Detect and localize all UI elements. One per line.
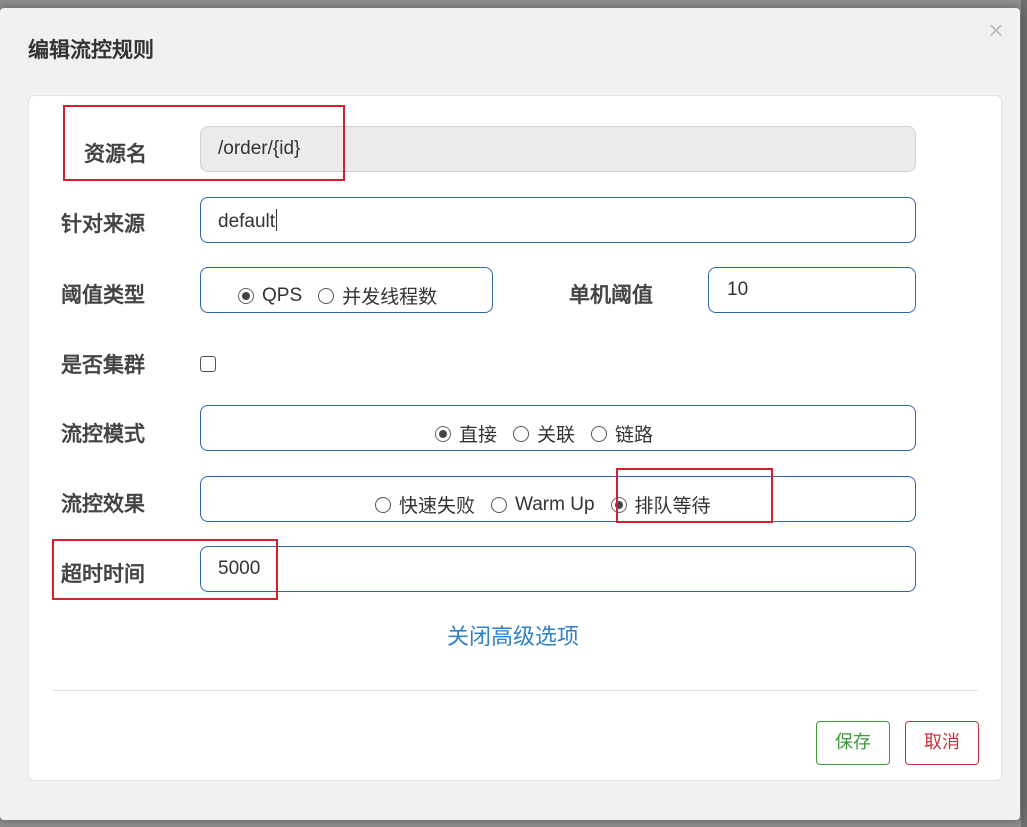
close-icon[interactable]: ×: [986, 17, 1006, 43]
resource-name-label: 资源名: [84, 142, 147, 166]
flow-mode-label: 流控模式: [61, 422, 145, 446]
save-button[interactable]: 保存: [816, 721, 890, 765]
radio-unchecked-icon: [591, 425, 608, 442]
radio-unchecked-icon: [318, 287, 335, 304]
threshold-type-group: QPS 并发线程数: [200, 267, 493, 313]
radio-label: 直接: [459, 425, 498, 446]
radio-label: QPS: [262, 284, 303, 306]
source-value: default: [218, 211, 276, 232]
text-caret: [276, 209, 278, 231]
radio-label: Warm Up: [515, 493, 595, 515]
radio-label: 排队等待: [634, 496, 711, 517]
radio-unchecked-icon: [491, 496, 508, 513]
flow-effect-group: 快速失败 Warm Up 排队等待: [200, 476, 916, 522]
timeout-value: 5000: [218, 558, 261, 579]
flow-mode-group: 直接 关联 链路: [200, 405, 916, 451]
radio-checked-icon: [610, 496, 627, 513]
resource-name-value: /order/{id}: [218, 138, 301, 159]
radio-unchecked-icon: [513, 425, 530, 442]
dialog-title: 编辑流控规则: [28, 38, 154, 62]
close-advanced-options-link[interactable]: 关闭高级选项: [447, 619, 579, 651]
radio-concurrent-threads[interactable]: 并发线程数: [318, 282, 437, 309]
radio-label: 链路: [615, 425, 654, 446]
threshold-label: 单机阈值: [569, 283, 653, 307]
timeout-input[interactable]: 5000: [200, 546, 916, 592]
flow-effect-label: 流控效果: [61, 492, 145, 516]
radio-fail-fast[interactable]: 快速失败: [375, 491, 475, 518]
radio-queue-wait[interactable]: 排队等待: [610, 491, 711, 518]
threshold-type-label: 阈值类型: [61, 283, 145, 307]
radio-direct[interactable]: 直接: [435, 420, 497, 447]
timeout-label: 超时时间: [61, 562, 145, 586]
radio-checked-icon: [238, 287, 254, 304]
threshold-value: 10: [727, 279, 749, 300]
page-backdrop: [1021, 0, 1027, 827]
threshold-input[interactable]: 10: [708, 267, 916, 313]
form-panel: 资源名 /order/{id} 针对来源 default 阈值类型 QPS 并发…: [28, 95, 1002, 781]
radio-warm-up[interactable]: Warm Up: [491, 494, 595, 516]
radio-label: 关联: [537, 425, 576, 446]
radio-checked-icon: [435, 425, 451, 442]
source-label: 针对来源: [61, 212, 145, 236]
divider: [53, 690, 978, 691]
radio-label: 并发线程数: [342, 287, 438, 308]
edit-flow-rule-dialog: 编辑流控规则 × 资源名 /order/{id} 针对来源 default 阈值…: [0, 8, 1020, 820]
radio-chain[interactable]: 链路: [591, 420, 653, 447]
cancel-button[interactable]: 取消: [905, 721, 979, 765]
resource-name-field: /order/{id}: [200, 126, 916, 172]
source-input[interactable]: default: [200, 197, 916, 243]
radio-associated[interactable]: 关联: [513, 420, 575, 447]
radio-label: 快速失败: [399, 496, 476, 517]
radio-unchecked-icon: [375, 496, 391, 513]
radio-qps[interactable]: QPS: [238, 285, 302, 307]
cluster-label: 是否集群: [61, 353, 145, 377]
cluster-checkbox[interactable]: [200, 356, 216, 372]
